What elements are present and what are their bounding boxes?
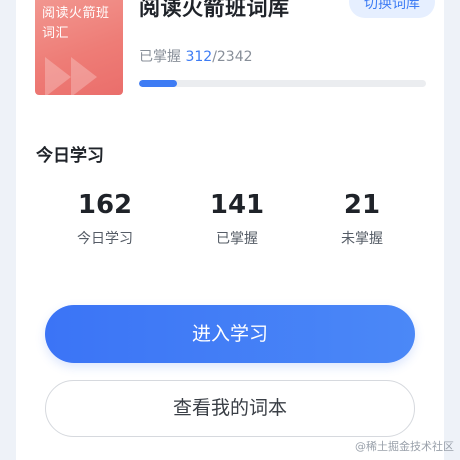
progress-bar: [139, 80, 426, 87]
stat-value: 141: [209, 190, 265, 220]
stat-today-study: 162 今日学习: [45, 188, 165, 248]
stat-value: 21: [343, 190, 381, 220]
start-learning-button[interactable]: 进入学习: [45, 305, 415, 363]
view-my-wordbook-button[interactable]: 查看我的词本: [45, 380, 415, 437]
stat-unmastered: 21 未掌握: [302, 188, 422, 248]
total-words: /2342: [212, 49, 253, 65]
switch-wordbook-button[interactable]: 切换词库: [349, 0, 435, 18]
book-title: 阅读火箭班词库: [139, 0, 290, 20]
play-arrows-icon: [45, 57, 97, 95]
stat-label: 已掌握: [216, 231, 258, 247]
stat-mastered: 141 已掌握: [177, 188, 297, 248]
stat-value: 162: [77, 190, 133, 220]
stat-label: 今日学习: [77, 231, 133, 247]
book-cover[interactable]: 阅读火箭班词汇: [35, 0, 123, 95]
stat-label: 未掌握: [341, 231, 383, 247]
mastered-label: 已掌握: [139, 49, 186, 65]
cover-title: 阅读火箭班词汇: [42, 6, 110, 41]
today-section-title: 今日学习: [36, 146, 104, 166]
mastered-count: 312: [185, 49, 213, 65]
progress-fill: [139, 80, 178, 87]
mastered-progress-text: 已掌握 312/2342: [139, 46, 253, 66]
watermark: @稀土掘金技术社区: [355, 440, 454, 453]
